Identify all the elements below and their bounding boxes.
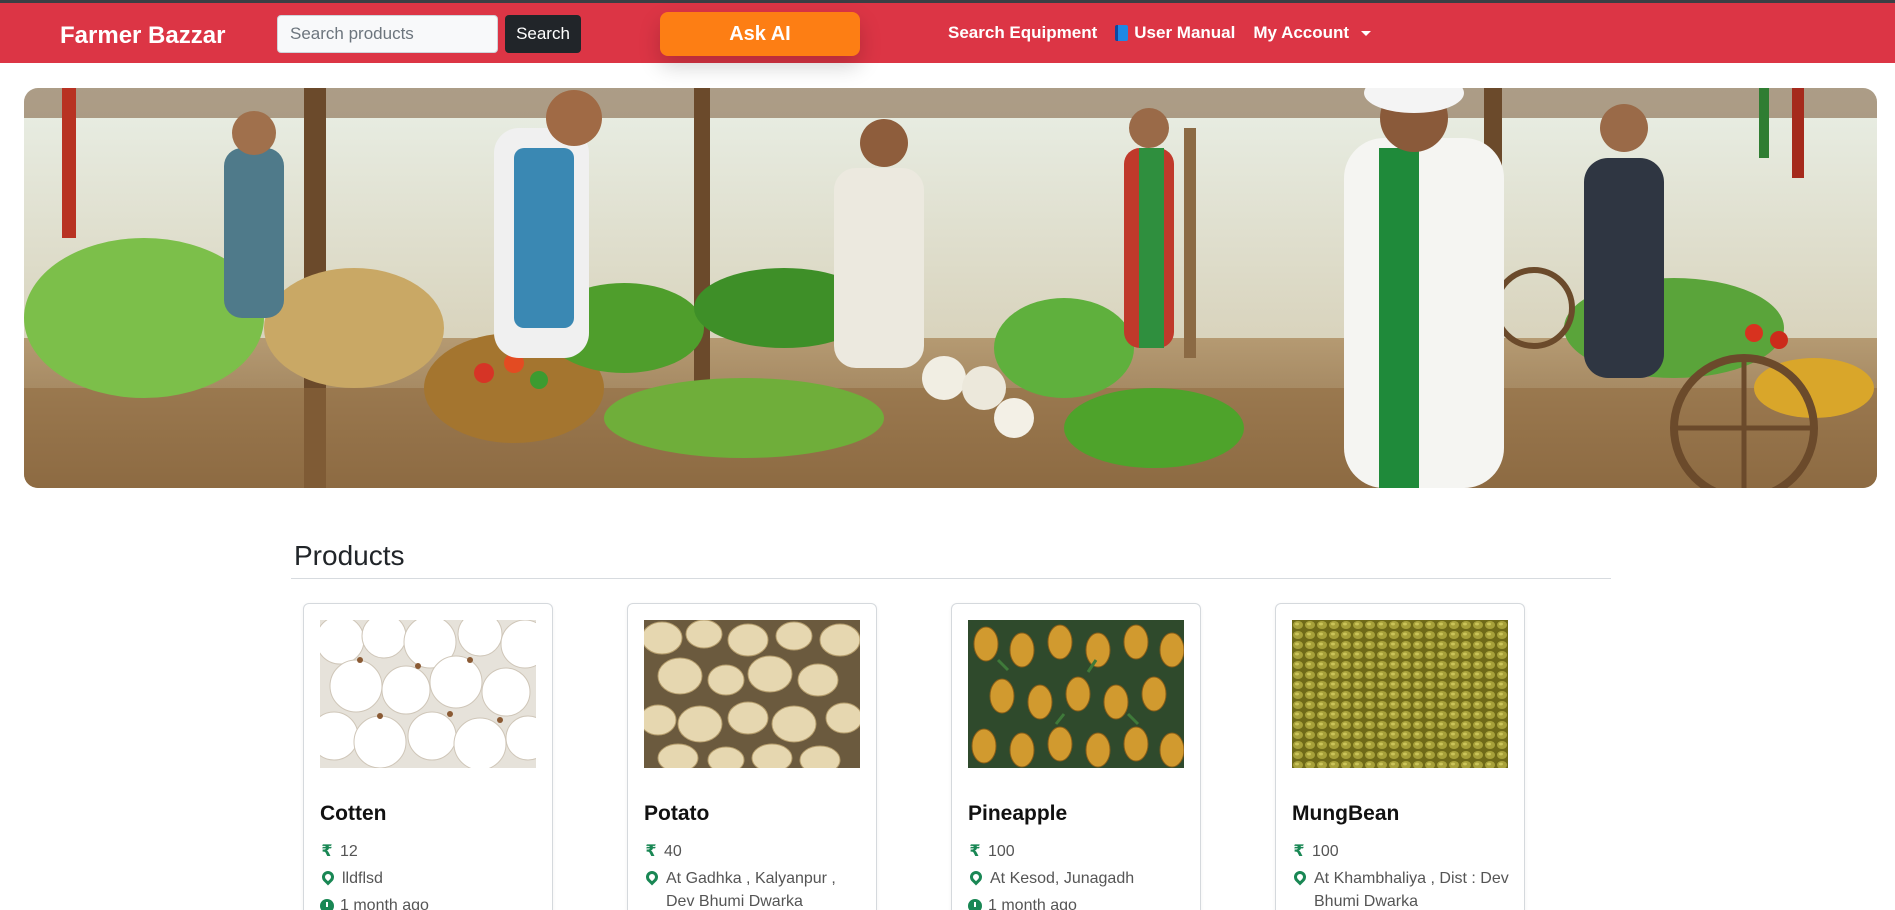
time-text: 1 month ago xyxy=(988,897,1077,910)
products-heading: Products xyxy=(294,540,405,571)
rupee-icon: ₹ xyxy=(1293,843,1305,860)
rupee-icon: ₹ xyxy=(645,843,657,860)
product-price: ₹ 100 xyxy=(968,840,1190,863)
navbar: Farmer Bazzar Search Ask AI Search Equip… xyxy=(0,3,1895,63)
product-time: 1 month ago xyxy=(320,894,542,910)
location-text: At Khambhaliya , Dist : Dev Bhumi Dwarka xyxy=(1314,870,1509,910)
search-equipment-label: Search Equipment xyxy=(948,23,1098,42)
product-price: ₹ 12 xyxy=(320,840,542,863)
product-name[interactable]: Pineapple xyxy=(968,802,1067,826)
search-input[interactable] xyxy=(277,15,498,53)
time-text: 1 month ago xyxy=(340,897,429,910)
nav-links: Search Equipment User Manual My Account xyxy=(948,3,1372,63)
location-text: At Kesod, Junagadh xyxy=(990,870,1135,887)
product-card[interactable]: Potato ₹ 40 At Gadhka , Kalyanpur , Dev … xyxy=(627,603,877,910)
product-location: At Gadhka , Kalyanpur , Dev Bhumi Dwarka xyxy=(643,867,866,910)
location-text: lldflsd xyxy=(342,870,383,887)
book-icon xyxy=(1115,25,1129,41)
price-value: 12 xyxy=(340,843,358,860)
product-location: At Kesod, Junagadh xyxy=(967,867,1190,890)
price-value: 100 xyxy=(988,843,1015,860)
product-time: 1 month ago xyxy=(968,894,1190,910)
location-pin-icon xyxy=(967,868,985,886)
product-image-pineapple[interactable] xyxy=(968,620,1184,768)
user-manual-label: User Manual xyxy=(1134,23,1236,42)
rupee-icon: ₹ xyxy=(321,843,333,860)
market-scene-image xyxy=(24,88,1877,488)
product-name[interactable]: Cotten xyxy=(320,802,387,826)
search-equipment-link[interactable]: Search Equipment xyxy=(948,23,1097,43)
hero-banner xyxy=(24,88,1877,488)
product-card[interactable]: MungBean ₹ 100 At Khambhaliya , Dist : D… xyxy=(1275,603,1525,910)
location-pin-icon xyxy=(643,868,661,886)
product-name[interactable]: MungBean xyxy=(1292,802,1399,826)
my-account-label: My Account xyxy=(1253,23,1350,42)
my-account-dropdown[interactable]: My Account xyxy=(1253,23,1372,43)
location-text: At Gadhka , Kalyanpur , Dev Bhumi Dwarka xyxy=(666,870,836,910)
product-price: ₹ 100 xyxy=(1292,840,1514,863)
brand-logo[interactable]: Farmer Bazzar xyxy=(60,22,225,50)
product-price: ₹ 40 xyxy=(644,840,866,863)
ask-ai-button[interactable]: Ask AI xyxy=(660,12,860,56)
user-manual-link[interactable]: User Manual xyxy=(1115,23,1235,43)
section-divider xyxy=(291,578,1611,579)
product-card[interactable]: Pineapple ₹ 100 At Kesod, Junagadh 1 mon… xyxy=(951,603,1201,910)
clock-icon xyxy=(968,899,982,910)
product-image-potato[interactable] xyxy=(644,620,860,768)
product-location: lldflsd xyxy=(319,867,542,890)
clock-icon xyxy=(320,899,334,910)
product-image-cotton[interactable] xyxy=(320,620,536,768)
search-button[interactable]: Search xyxy=(505,15,581,53)
product-name[interactable]: Potato xyxy=(644,802,709,826)
product-image-mungbean[interactable] xyxy=(1292,620,1508,768)
caret-down-icon xyxy=(1361,30,1372,36)
price-value: 100 xyxy=(1312,843,1339,860)
price-value: 40 xyxy=(664,843,682,860)
product-location: At Khambhaliya , Dist : Dev Bhumi Dwarka xyxy=(1291,867,1514,910)
location-pin-icon xyxy=(319,868,337,886)
rupee-icon: ₹ xyxy=(969,843,981,860)
product-card[interactable]: Cotten ₹ 12 lldflsd 1 month ago xyxy=(303,603,553,910)
location-pin-icon xyxy=(1291,868,1309,886)
